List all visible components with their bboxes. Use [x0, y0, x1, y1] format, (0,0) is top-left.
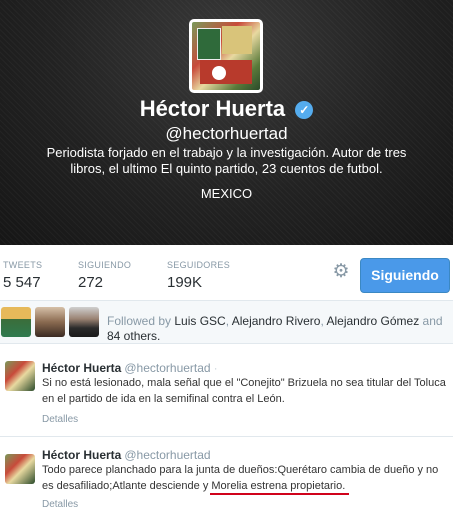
follower-avatar[interactable]	[1, 307, 31, 337]
follower-link[interactable]: Alejandro Rivero	[232, 314, 321, 328]
tweet-details-link[interactable]: Detalles	[42, 414, 78, 425]
soccer-ball-icon	[212, 66, 226, 80]
stat-label: TWEETS	[3, 260, 43, 270]
tweet-avatar[interactable]	[5, 454, 35, 484]
tweet-author-handle[interactable]: @hectorhuertad	[124, 448, 210, 462]
follower-link[interactable]: Luis GSC	[174, 314, 225, 328]
follower-avatar[interactable]	[35, 307, 65, 337]
tweet-header: Héctor Huerta @hectorhuertad	[42, 448, 211, 462]
gear-icon[interactable]: ⚙	[331, 262, 351, 282]
stat-tweets[interactable]: TWEETS 5 547	[3, 260, 42, 291]
others-link[interactable]: 84 others.	[107, 329, 160, 343]
avatar-book-shape	[200, 60, 252, 84]
stat-label: SIGUIENDO	[78, 260, 132, 270]
followed-by-text: Followed by Luis GSC, Alejandro Rivero, …	[107, 314, 451, 344]
profile-avatar[interactable]	[189, 19, 263, 93]
follower-avatar[interactable]	[69, 307, 99, 337]
tweet-text: Si no está lesionado, mala señal que el …	[42, 377, 446, 405]
separator-dot: ·	[213, 361, 218, 375]
separator: and	[419, 314, 443, 328]
verified-badge-icon: ✓	[295, 101, 314, 119]
profile-handle: @hectorhuertad	[165, 124, 288, 143]
stat-followers[interactable]: SEGUIDORES 199K	[167, 260, 230, 291]
tweet-header: Héctor Huerta @hectorhuertad ·	[42, 361, 218, 375]
stat-value: 5 547	[3, 274, 41, 291]
profile-name-row: Héctor Huerta ✓	[0, 96, 453, 122]
stat-label: SEGUIDORES	[167, 260, 231, 270]
follower-link[interactable]: Alejandro Gómez	[326, 314, 419, 328]
profile-location: MEXICO	[200, 186, 253, 201]
tweet-item[interactable]: Héctor Huerta @hectorhuertad Todo parece …	[0, 437, 453, 513]
red-underline-annotation	[210, 493, 349, 495]
tweet-text: Todo parece planchado para la junta de d…	[42, 464, 439, 492]
tweet-avatar[interactable]	[5, 361, 35, 391]
tweet-author-name[interactable]: Héctor Huerta	[42, 361, 121, 375]
tweet-author-name[interactable]: Héctor Huerta	[42, 448, 121, 462]
following-button[interactable]: Siguiendo	[360, 258, 450, 293]
tweet-details-link[interactable]: Detalles	[42, 499, 78, 510]
avatar-book-shape	[197, 28, 221, 60]
stat-following[interactable]: SIGUIENDO 272	[78, 260, 131, 291]
stat-value: 199K	[167, 274, 203, 291]
tweet-item[interactable]: Héctor Huerta @hectorhuertad · Si no está …	[0, 344, 453, 437]
followed-by-bar: Followed by Luis GSC, Alejandro Rivero, …	[0, 301, 453, 344]
avatar-book-shape	[222, 26, 252, 54]
stat-value: 272	[78, 274, 104, 291]
tweet-author-handle[interactable]: @hectorhuertad	[124, 361, 210, 375]
followed-by-prefix: Followed by	[107, 314, 175, 328]
profile-name: Héctor Huerta	[139, 96, 286, 121]
profile-bio: Periodista forjado en el trabajo y la in…	[46, 145, 407, 176]
